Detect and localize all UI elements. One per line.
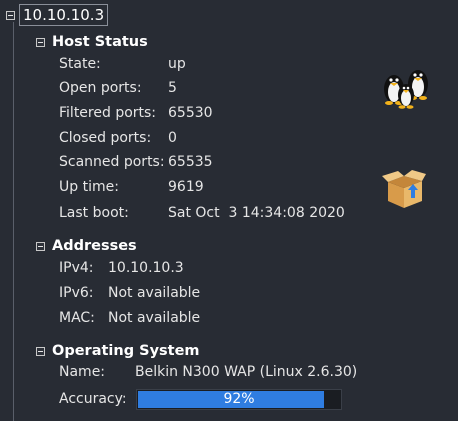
- collapse-toggle-icon[interactable]: [36, 37, 45, 47]
- field-value: Belkin N300 WAP (Linux 2.6.30): [135, 364, 358, 380]
- field-label: Last boot:: [59, 205, 129, 221]
- field-label: Name:: [59, 364, 106, 380]
- field-value: 65530: [168, 105, 213, 121]
- state-row: State: up: [59, 54, 186, 74]
- os-accuracy-row: Accuracy:: [59, 389, 127, 409]
- tree-connector-line: [13, 22, 14, 421]
- host-address[interactable]: 10.10.10.3: [19, 4, 109, 26]
- field-value: 10.10.10.3: [108, 260, 184, 276]
- field-value: Sat Oct 3 14:34:08 2020: [168, 205, 345, 221]
- mac-row: MAC: Not available: [59, 308, 200, 328]
- closed-ports-row: Closed ports: 0: [59, 128, 177, 148]
- scanned-ports-row: Scanned ports: 65535: [59, 152, 213, 172]
- field-label: Open ports:: [59, 80, 142, 96]
- accuracy-text: 92%: [223, 391, 255, 407]
- linux-penguins-icon: [384, 70, 428, 109]
- field-label: Accuracy:: [59, 391, 127, 407]
- section-title: Operating System: [52, 343, 200, 359]
- up-time-row: Up time: 9619: [59, 177, 204, 197]
- filtered-ports-row: Filtered ports: 65530: [59, 103, 213, 123]
- field-label: MAC:: [59, 310, 95, 326]
- field-value: 9619: [168, 179, 204, 195]
- field-label: Filtered ports:: [59, 105, 157, 121]
- collapse-toggle-icon[interactable]: [36, 241, 45, 251]
- section-host-status[interactable]: Host Status: [36, 34, 148, 50]
- field-value: 5: [168, 80, 177, 96]
- ipv4-row: IPv4: 10.10.10.3: [59, 258, 184, 278]
- field-value: 0: [168, 130, 177, 146]
- field-value: Not available: [108, 285, 201, 301]
- section-title: Addresses: [52, 238, 137, 254]
- field-label: IPv4:: [59, 260, 94, 276]
- section-operating-system[interactable]: Operating System: [36, 343, 200, 359]
- field-label: Up time:: [59, 179, 119, 195]
- collapse-toggle-icon[interactable]: [36, 346, 45, 356]
- field-value: up: [168, 56, 186, 72]
- accuracy-progress-bar: 92%: [136, 389, 342, 410]
- open-ports-row: Open ports: 5: [59, 78, 177, 98]
- field-label: IPv6:: [59, 285, 94, 301]
- field-value: Not available: [108, 310, 201, 326]
- os-name-row: Name: Belkin N300 WAP (Linux 2.6.30): [59, 362, 357, 382]
- last-boot-row: Last boot: Sat Oct 3 14:34:08 2020: [59, 203, 345, 223]
- collapse-toggle-icon[interactable]: [6, 10, 15, 20]
- ipv6-row: IPv6: Not available: [59, 283, 200, 303]
- host-node[interactable]: 10.10.10.3: [6, 4, 109, 26]
- section-addresses[interactable]: Addresses: [36, 238, 137, 254]
- field-value: 65535: [168, 154, 213, 170]
- field-label: Scanned ports:: [59, 154, 165, 170]
- section-title: Host Status: [52, 34, 148, 50]
- field-label: Closed ports:: [59, 130, 152, 146]
- open-box-icon: [382, 170, 426, 208]
- field-label: State:: [59, 56, 101, 72]
